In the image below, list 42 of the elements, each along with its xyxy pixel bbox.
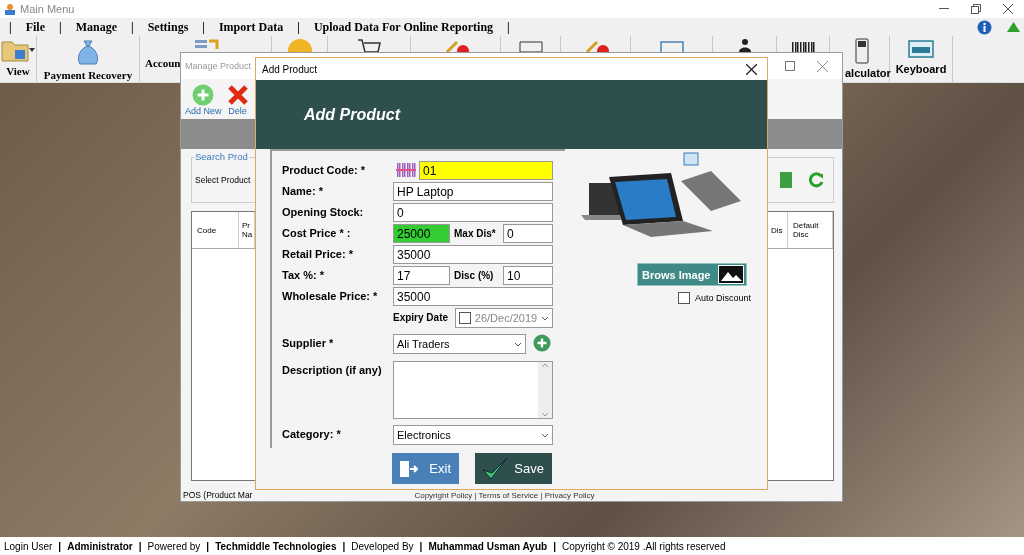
dialog-heading: Add Product <box>304 105 400 124</box>
field-label: Wholesale Price: * <box>282 289 379 304</box>
field-label: Expiry Date <box>393 311 450 325</box>
status-divider: | <box>553 540 556 552</box>
status-text: Techmiddle Technologies <box>215 540 337 552</box>
status-divider: | <box>138 540 142 552</box>
field-label: Cost Price * : <box>282 226 352 241</box>
status-divider: | <box>58 540 62 552</box>
field-label: Supplier * <box>282 336 335 351</box>
field-label: Category: * <box>282 427 342 442</box>
status-divider: | <box>419 540 423 552</box>
status-text: Login User <box>4 540 53 552</box>
status-divider: | <box>342 540 346 552</box>
field-label: Disc (%) <box>453 269 495 283</box>
status-text: Copyright © 2019 .All rights reserved <box>561 540 726 552</box>
status-text: Muhammad Usman Ayub <box>428 540 548 552</box>
status-text: Powered by <box>147 540 201 552</box>
menu-divider: | <box>130 19 134 35</box>
menu-divider: | <box>297 19 300 35</box>
status-text: Developed By <box>351 540 414 552</box>
dialog-title: Add Product <box>262 63 319 75</box>
status-text: POS (Product Mar <box>183 490 253 500</box>
field-label: Name: * <box>282 184 324 199</box>
field-label: Product Code: * <box>282 163 367 178</box>
menu-divider: | <box>9 19 12 35</box>
window-title: Manage Product <box>185 61 252 71</box>
field-label: Retail Price: * <box>282 247 354 262</box>
column-header: Code <box>192 212 239 248</box>
field-label: Opening Stock: <box>282 205 365 220</box>
menu-divider: | <box>507 19 510 35</box>
status-divider: | <box>206 540 210 552</box>
group-title: Search Prod <box>194 151 249 162</box>
menu-divider: | <box>202 19 205 35</box>
field-label: Max Dis* <box>453 227 497 241</box>
window-title: Main Menu <box>20 3 76 15</box>
footer-links: Copyright Policy | Terms of Service | Privacy Policy <box>414 491 595 500</box>
field-label: Tax %: * <box>282 268 325 283</box>
column-header: Default Disc <box>788 212 833 248</box>
menu-divider: | <box>59 19 62 35</box>
field-label: Description (if any) <box>282 363 383 378</box>
status-text: Administrator <box>67 540 133 552</box>
field-label: Select Product <box>195 175 251 185</box>
